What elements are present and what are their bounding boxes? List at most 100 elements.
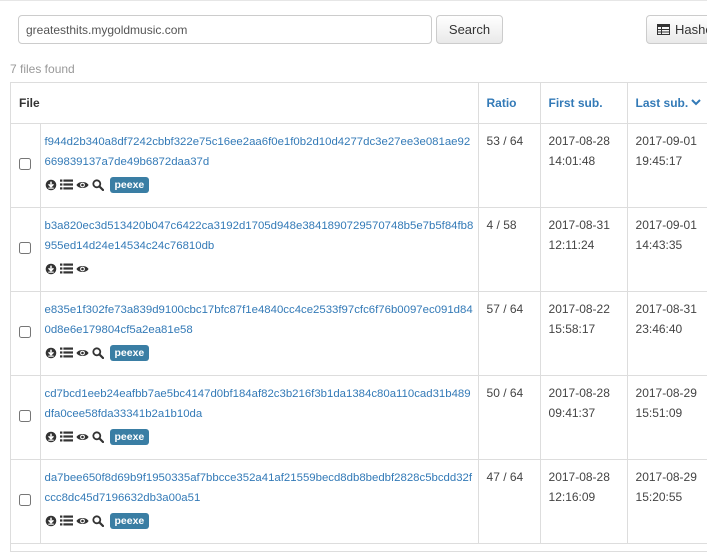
search-button[interactable]: Search [436,15,503,44]
file-cell: da7bee650f8d69b9f1950335af7bbcce352a41af… [39,458,479,544]
table-row: cd7bcd1eeb24eafbb7ae5bc4147d0bf184af82c3… [11,374,707,460]
column-header-ratio[interactable]: Ratio [477,83,541,124]
last-sub-date: 2017-08-29 [635,469,697,484]
file-type-tag[interactable]: peexe [109,428,150,445]
list-icon[interactable] [59,431,73,442]
list-icon[interactable] [59,347,73,358]
last-sub-date: 2017-08-31 [635,301,697,316]
column-header-last-sub-label: Last sub. [635,96,689,111]
file-hash-link[interactable]: f944d2b340a8df7242cbbf322e75c16ee2aa6f0e… [45,132,475,172]
first-sub-time: 15:58:17 [548,321,596,336]
list-icon[interactable] [59,179,73,190]
eye-icon[interactable] [76,264,89,274]
row-select-cell [11,458,41,544]
search-icon[interactable] [91,346,104,359]
eye-icon[interactable] [76,348,89,358]
file-cell: b3a820ec3d513420b047c6422ca3192d1705d948… [39,206,479,292]
first-sub-time: 14:01:48 [548,153,596,168]
first-sub-time: 09:41:37 [548,405,596,420]
chevron-down-icon[interactable] [691,95,701,109]
first-sub-date: 2017-08-28 [548,133,610,148]
last-sub-date: 2017-09-01 [635,133,697,148]
last-sub-cell: 2017-09-01 14:43:35 [626,206,707,292]
search-icon[interactable] [91,430,104,443]
column-header-first-sub[interactable]: First sub. [539,83,628,124]
row-select-cell [11,290,41,376]
results-count: 7 files found [10,62,75,76]
search-toolbar: Search Hashes [0,0,707,56]
first-sub-time: 12:11:24 [548,237,595,252]
file-actions: peexe [45,512,474,529]
table-row: f944d2b340a8df7242cbbf322e75c16ee2aa6f0e… [11,122,707,208]
last-sub-time: 23:46:40 [635,321,683,336]
first-sub-date: 2017-08-31 [548,217,610,232]
detection-ratio: 57 / 64 [486,301,524,316]
column-header-last-sub[interactable]: Last sub. [626,83,707,124]
download-icon[interactable] [45,515,57,527]
table-row: da7bee650f8d69b9f1950335af7bbcce352a41af… [11,458,707,544]
column-header-file: File [11,83,479,124]
row-select-cell [11,374,41,460]
first-sub-date: 2017-08-28 [548,469,610,484]
row-checkbox[interactable] [19,493,32,506]
eye-icon[interactable] [76,180,89,190]
file-cell: f944d2b340a8df7242cbbf322e75c16ee2aa6f0e… [39,122,479,208]
search-icon[interactable] [91,178,104,191]
table-row: e835e1f302fe73a839d9100cbc17bfc87f1e4840… [11,290,707,376]
download-icon[interactable] [45,179,57,191]
detection-ratio: 4 / 58 [486,217,517,232]
file-type-tag[interactable]: peexe [109,176,150,193]
table-icon [657,24,675,35]
first-sub-cell: 2017-08-28 09:41:37 [539,374,628,460]
download-icon[interactable] [45,347,57,359]
download-icon[interactable] [45,431,57,443]
last-sub-time: 19:45:17 [635,153,683,168]
list-icon[interactable] [59,515,73,526]
file-type-tag[interactable]: peexe [109,344,150,361]
row-checkbox[interactable] [19,325,32,338]
search-icon[interactable] [91,514,104,527]
last-sub-cell: 2017-08-29 15:51:09 [626,374,707,460]
file-hash-link[interactable]: da7bee650f8d69b9f1950335af7bbcce352a41af… [45,468,475,508]
first-sub-date: 2017-08-22 [548,301,610,316]
last-sub-time: 14:43:35 [635,237,683,252]
search-input[interactable] [18,15,432,44]
last-sub-cell: 2017-09-01 19:45:17 [626,122,707,208]
detection-ratio: 50 / 64 [486,385,524,400]
ratio-cell: 47 / 64 [477,458,541,544]
detection-ratio: 53 / 64 [486,133,524,148]
last-sub-date: 2017-09-01 [635,217,697,232]
file-hash-link[interactable]: e835e1f302fe73a839d9100cbc17bfc87f1e4840… [45,300,475,340]
last-sub-cell: 2017-08-29 15:20:55 [626,458,707,544]
file-actions: peexe [45,428,474,445]
row-checkbox[interactable] [19,241,32,254]
first-sub-date: 2017-08-28 [548,385,610,400]
results-table: File Ratio First sub. Last sub. f944d2b3… [10,82,707,552]
last-sub-cell: 2017-08-31 23:46:40 [626,290,707,376]
results-table-body: f944d2b340a8df7242cbbf322e75c16ee2aa6f0e… [11,122,707,544]
eye-icon[interactable] [76,516,89,526]
first-sub-cell: 2017-08-31 12:11:24 [539,206,628,292]
download-icon[interactable] [45,263,57,275]
row-checkbox[interactable] [19,157,32,170]
file-hash-link[interactable]: b3a820ec3d513420b047c6422ca3192d1705d948… [45,216,475,256]
file-actions: peexe [45,176,474,193]
eye-icon[interactable] [76,432,89,442]
file-cell: e835e1f302fe73a839d9100cbc17bfc87f1e4840… [39,290,479,376]
list-icon[interactable] [59,263,73,274]
first-sub-time: 12:16:09 [548,489,596,504]
file-hash-link[interactable]: cd7bcd1eeb24eafbb7ae5bc4147d0bf184af82c3… [45,384,475,424]
hashes-button[interactable]: Hashes [646,15,707,44]
row-select-cell [11,122,41,208]
file-actions: peexe [45,344,474,361]
detection-ratio: 47 / 64 [486,469,524,484]
ratio-cell: 4 / 58 [477,206,541,292]
last-sub-date: 2017-08-29 [635,385,697,400]
first-sub-cell: 2017-08-22 15:58:17 [539,290,628,376]
ratio-cell: 53 / 64 [477,122,541,208]
file-actions [45,261,474,277]
row-checkbox[interactable] [19,409,32,422]
file-type-tag[interactable]: peexe [109,512,150,529]
table-header-row: File Ratio First sub. Last sub. [11,83,707,124]
table-row: b3a820ec3d513420b047c6422ca3192d1705d948… [11,206,707,292]
